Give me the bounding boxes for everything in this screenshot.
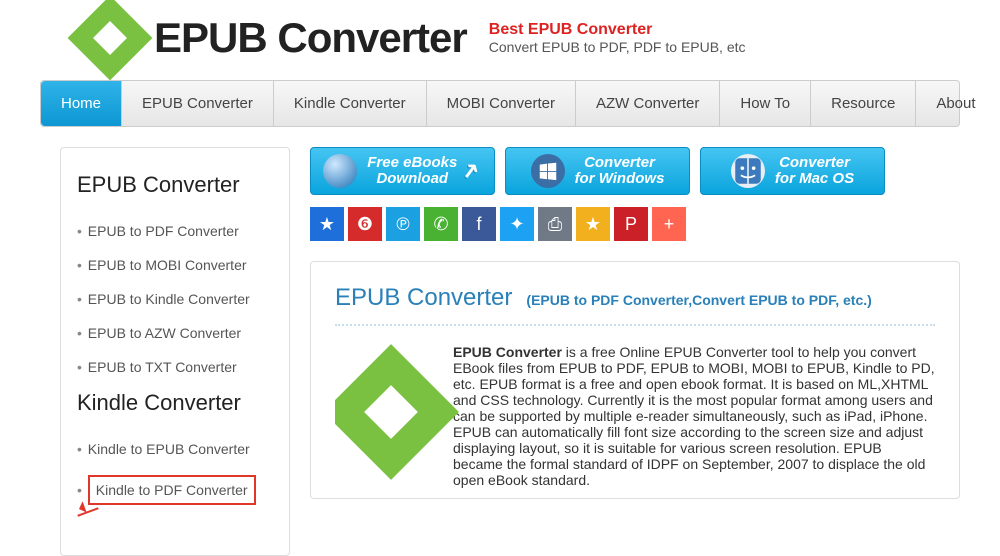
cursor-icon: ↖ xyxy=(463,159,481,182)
nav-item-about[interactable]: About xyxy=(916,81,995,126)
windows-icon xyxy=(531,154,565,188)
share-more-icon[interactable]: + xyxy=(652,207,686,241)
sidebar-item[interactable]: EPUB to TXT Converter xyxy=(77,350,273,384)
cta-mac[interactable]: Converterfor Mac OS xyxy=(700,147,885,195)
sidebar-item-highlight[interactable]: Kindle to PDF Converter xyxy=(88,475,256,505)
card-subtitle: (EPUB to PDF Converter,Convert EPUB to P… xyxy=(526,292,871,308)
share-pinterest-icon[interactable]: P xyxy=(614,207,648,241)
cta-label: Free eBooksDownload xyxy=(367,155,457,187)
sidebar-item[interactable]: Kindle to PDF Converter xyxy=(77,466,273,531)
share-addfav-icon[interactable]: ★ xyxy=(576,207,610,241)
share-weibo-icon[interactable]: ❻ xyxy=(348,207,382,241)
slogan: Best EPUB Converter Convert EPUB to PDF,… xyxy=(489,21,746,55)
nav-item-home[interactable]: Home xyxy=(41,81,122,126)
share-baidu-icon[interactable]: ℗ xyxy=(386,207,420,241)
share-twitter-icon[interactable]: ✦ xyxy=(500,207,534,241)
article-body-strong: EPUB Converter xyxy=(453,344,562,360)
site-logo[interactable]: EPUB Converter xyxy=(80,8,467,68)
cta-windows[interactable]: Converterfor Windows xyxy=(505,147,690,195)
sidebar-item[interactable]: Kindle to EPUB Converter xyxy=(77,432,273,466)
sidebar-item[interactable]: EPUB to PDF Converter xyxy=(77,214,273,248)
main-nav: HomeEPUB ConverterKindle ConverterMOBI C… xyxy=(40,80,960,127)
cta-globe[interactable]: Free eBooksDownload ↖ xyxy=(310,147,495,195)
cta-label: Converterfor Windows xyxy=(575,155,665,187)
site-name: EPUB Converter xyxy=(154,14,467,62)
nav-item-epub-converter[interactable]: EPUB Converter xyxy=(122,81,274,126)
cta-row: Free eBooksDownload ↖ Converterfor Windows… xyxy=(310,147,960,195)
sidebar-item[interactable]: EPUB to Kindle Converter xyxy=(77,282,273,316)
share-wechat-icon[interactable]: ✆ xyxy=(424,207,458,241)
slogan-title: Best EPUB Converter xyxy=(489,21,746,39)
sidebar-item[interactable]: EPUB to MOBI Converter xyxy=(77,248,273,282)
globe-icon xyxy=(323,154,357,188)
cta-label: Converterfor Mac OS xyxy=(775,155,854,187)
sidebar-item[interactable]: EPUB to AZW Converter xyxy=(77,316,273,350)
divider xyxy=(335,324,935,326)
share-qzone-icon[interactable]: ★ xyxy=(310,207,344,241)
nav-item-azw-converter[interactable]: AZW Converter xyxy=(576,81,720,126)
header: EPUB Converter Best EPUB Converter Conve… xyxy=(20,0,980,80)
article-logo-icon xyxy=(335,344,459,480)
nav-item-kindle-converter[interactable]: Kindle Converter xyxy=(274,81,427,126)
nav-item-resource[interactable]: Resource xyxy=(811,81,916,126)
sidebar-section-title: EPUB Converter xyxy=(77,172,273,198)
card-title: EPUB Converter xyxy=(335,284,512,312)
share-print-icon[interactable]: ⎙ xyxy=(538,207,572,241)
pointer-arrow-icon xyxy=(73,505,101,519)
share-facebook-icon[interactable]: f xyxy=(462,207,496,241)
mac-finder-icon xyxy=(731,154,765,188)
slogan-subtitle: Convert EPUB to PDF, PDF to EPUB, etc xyxy=(489,39,746,55)
logo-icon xyxy=(68,0,153,80)
main-content: Free eBooksDownload ↖ Converterfor Windows… xyxy=(310,147,960,499)
nav-item-how-to[interactable]: How To xyxy=(720,81,811,126)
sidebar-section-title: Kindle Converter xyxy=(77,390,273,416)
share-row: ★❻℗✆f✦⎙★P+ xyxy=(310,207,960,241)
content-card: EPUB Converter (EPUB to PDF Converter,Co… xyxy=(310,261,960,499)
sidebar: EPUB ConverterEPUB to PDF ConverterEPUB … xyxy=(60,147,290,556)
article-body-text: is a free Online EPUB Converter tool to … xyxy=(453,344,935,488)
nav-item-mobi-converter[interactable]: MOBI Converter xyxy=(427,81,576,126)
